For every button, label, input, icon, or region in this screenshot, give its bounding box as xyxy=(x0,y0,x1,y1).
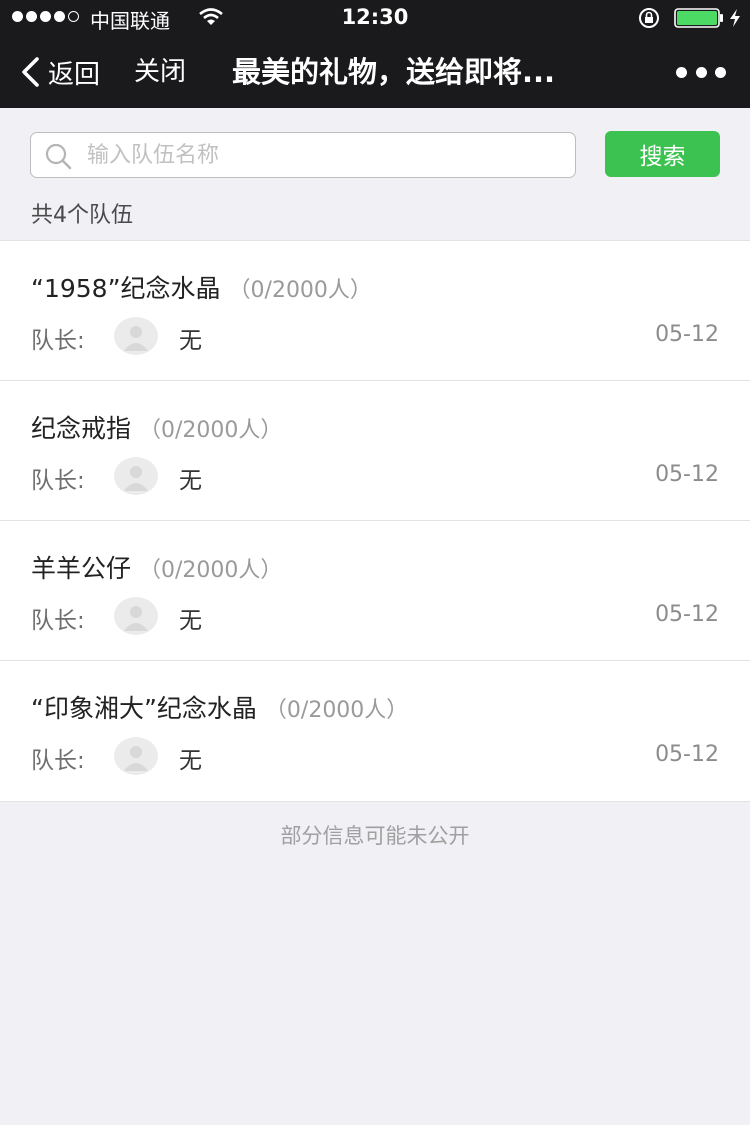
team-member-count: （0/2000人） xyxy=(139,558,283,583)
back-button[interactable]: 返回 xyxy=(20,52,100,92)
team-title: “1958”纪念水晶 （0/2000人） xyxy=(31,269,372,305)
leader-label: 队长: xyxy=(31,608,85,634)
team-row[interactable]: 纪念戒指 （0/2000人） 队长: 无 05-12 xyxy=(0,381,750,521)
team-name: 纪念戒指 xyxy=(31,414,132,443)
team-count: 共4个队伍 xyxy=(31,203,133,228)
close-button[interactable]: 关闭 xyxy=(134,52,186,92)
default-avatar-icon xyxy=(124,326,148,351)
more-dot-icon xyxy=(676,66,687,78)
team-title: 羊羊公仔 （0/2000人） xyxy=(31,549,282,585)
team-name: 羊羊公仔 xyxy=(31,554,132,583)
battery-icon xyxy=(674,8,723,28)
default-avatar-icon xyxy=(124,466,148,491)
team-date: 05-12 xyxy=(655,462,719,487)
leader-label: 队长: xyxy=(31,468,85,494)
rotation-lock-icon xyxy=(639,8,659,28)
search-icon xyxy=(45,143,72,170)
team-date: 05-12 xyxy=(655,602,719,627)
avatar xyxy=(114,457,158,495)
leader-name: 无 xyxy=(179,608,202,634)
avatar xyxy=(114,597,158,635)
leader-label: 队长: xyxy=(31,748,85,774)
chevron-left-icon xyxy=(22,57,39,87)
back-label: 返回 xyxy=(48,59,101,90)
footer-note: 部分信息可能未公开 xyxy=(280,824,470,848)
team-row[interactable]: “1958”纪念水晶 （0/2000人） 队长: 无 05-12 xyxy=(0,241,750,381)
page-title: 最美的礼物，送给即将... xyxy=(232,55,556,89)
team-title: 纪念戒指 （0/2000人） xyxy=(31,409,282,445)
team-name: “1958”纪念水晶 xyxy=(31,274,221,303)
leader-label: 队长: xyxy=(31,328,85,354)
more-options-button[interactable] xyxy=(676,56,726,88)
search-input[interactable] xyxy=(87,137,567,173)
search-box xyxy=(30,132,576,178)
team-title: “印象湘大”纪念水晶 （0/2000人） xyxy=(31,689,408,725)
leader-name: 无 xyxy=(179,468,202,494)
team-name: “印象湘大”纪念水晶 xyxy=(31,694,257,723)
team-list: “1958”纪念水晶 （0/2000人） 队长: 无 05-12 纪念戒指 （0/2… xyxy=(0,240,750,802)
more-dot-icon xyxy=(715,66,726,78)
avatar xyxy=(114,737,158,775)
team-date: 05-12 xyxy=(655,322,719,347)
default-avatar-icon xyxy=(124,606,148,631)
charging-icon xyxy=(730,9,740,27)
team-member-count: （0/2000人） xyxy=(228,278,372,303)
default-avatar-icon xyxy=(124,746,148,771)
team-date: 05-12 xyxy=(655,742,719,767)
leader-name: 无 xyxy=(179,748,202,774)
team-member-count: （0/2000人） xyxy=(264,698,409,723)
more-dot-icon xyxy=(695,66,707,78)
team-member-count: （0/2000人） xyxy=(139,418,283,443)
team-row[interactable]: 羊羊公仔 （0/2000人） 队长: 无 05-12 xyxy=(0,521,750,661)
avatar xyxy=(114,317,158,355)
search-button[interactable]: 搜索 xyxy=(605,131,720,177)
status-bar: 中国联通 12:30 xyxy=(0,0,750,36)
team-row[interactable]: “印象湘大”纪念水晶 （0/2000人） 队长: 无 05-12 xyxy=(0,661,750,801)
nav-bar: 返回 关闭 最美的礼物，送给即将... xyxy=(0,36,750,108)
leader-name: 无 xyxy=(179,328,202,354)
